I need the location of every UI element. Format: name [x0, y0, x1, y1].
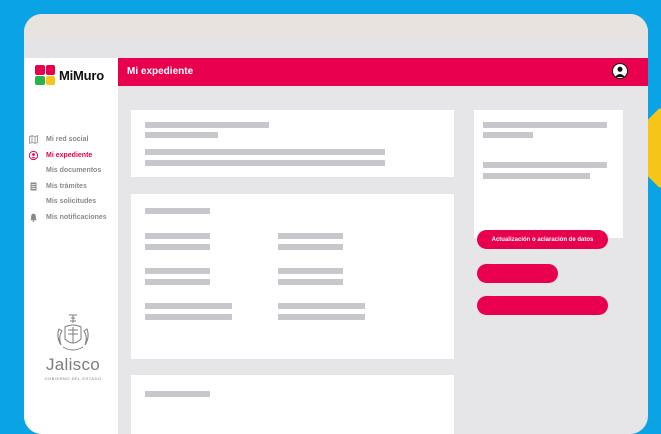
app-logo[interactable]: MiMuro — [35, 63, 104, 87]
sidebar-nav: Mi red social Mi expediente Mis document… — [29, 132, 107, 225]
summary-card — [131, 110, 454, 177]
placeholder-line — [278, 233, 343, 239]
placeholder-line — [145, 122, 269, 128]
details-card — [131, 194, 454, 359]
placeholder-line — [145, 160, 385, 166]
placeholder-line — [145, 279, 210, 285]
extra-card — [131, 375, 454, 434]
jalisco-branding: Jalisco GOBIERNO DEL ESTADO — [33, 313, 113, 381]
update-data-button[interactable]: Actualización o aclaración de datos — [477, 230, 608, 249]
nav-item-mis-solicitudes[interactable]: Mis solicitudes — [29, 194, 107, 210]
nav-item-mis-documentos[interactable]: Mis documentos — [29, 163, 107, 179]
side-info-card — [474, 110, 623, 238]
nav-item-mis-tramites[interactable]: Mis trámites — [29, 179, 107, 195]
nav-item-mi-expediente[interactable]: Mi expediente — [29, 148, 107, 164]
nav-label: Mis solicitudes — [46, 198, 97, 206]
jalisco-subtitle: GOBIERNO DEL ESTADO — [44, 376, 102, 381]
placeholder-line — [145, 233, 210, 239]
placeholder-line — [145, 303, 232, 309]
placeholder-line — [145, 391, 210, 397]
nav-label: Mis documentos — [46, 167, 102, 175]
nav-label: Mi red social — [46, 136, 89, 144]
placeholder-line — [278, 279, 343, 285]
placeholder-line — [483, 162, 607, 168]
placeholder-line — [278, 268, 343, 274]
nav-label: Mis trámites — [46, 182, 87, 190]
mimuro-logo-icon — [35, 65, 55, 85]
logo-text: MiMuro — [59, 67, 105, 83]
user-avatar-icon[interactable] — [612, 63, 628, 79]
bell-icon — [29, 213, 38, 222]
placeholder-line — [145, 132, 218, 138]
placeholder-line — [278, 244, 343, 250]
nav-item-mi-red-social[interactable]: Mi red social — [29, 132, 107, 148]
placeholder-line — [483, 132, 533, 138]
placeholder-line — [145, 244, 210, 250]
placeholder-line — [145, 314, 232, 320]
placeholder-line — [278, 314, 365, 320]
jalisco-seal-icon — [53, 313, 93, 357]
update-data-button-label: Actualización o aclaración de datos — [491, 236, 594, 243]
placeholder-line — [483, 173, 590, 179]
placeholder-line — [145, 268, 210, 274]
map-icon — [29, 135, 38, 145]
app-window: MiMuro Mi red social Mi expediente Mis d… — [24, 14, 648, 434]
placeholder-line — [278, 303, 365, 309]
user-circle-icon — [29, 150, 38, 160]
nav-label: Mis notificaciones — [46, 213, 107, 221]
placeholder-line — [483, 122, 607, 128]
header-bar: Mi expediente — [118, 58, 648, 86]
page-title: Mi expediente — [127, 66, 194, 77]
nav-item-mis-notificaciones[interactable]: Mis notificaciones — [29, 210, 107, 226]
placeholder-line — [145, 149, 385, 155]
sidebar: MiMuro Mi red social Mi expediente Mis d… — [24, 58, 118, 434]
placeholder-line — [145, 208, 210, 214]
action-button-3[interactable] — [477, 296, 608, 315]
action-button-2[interactable] — [477, 264, 558, 283]
nav-label: Mi expediente — [46, 151, 93, 159]
document-icon — [29, 182, 38, 191]
jalisco-name: Jalisco — [45, 355, 101, 374]
browser-chrome — [24, 38, 648, 58]
